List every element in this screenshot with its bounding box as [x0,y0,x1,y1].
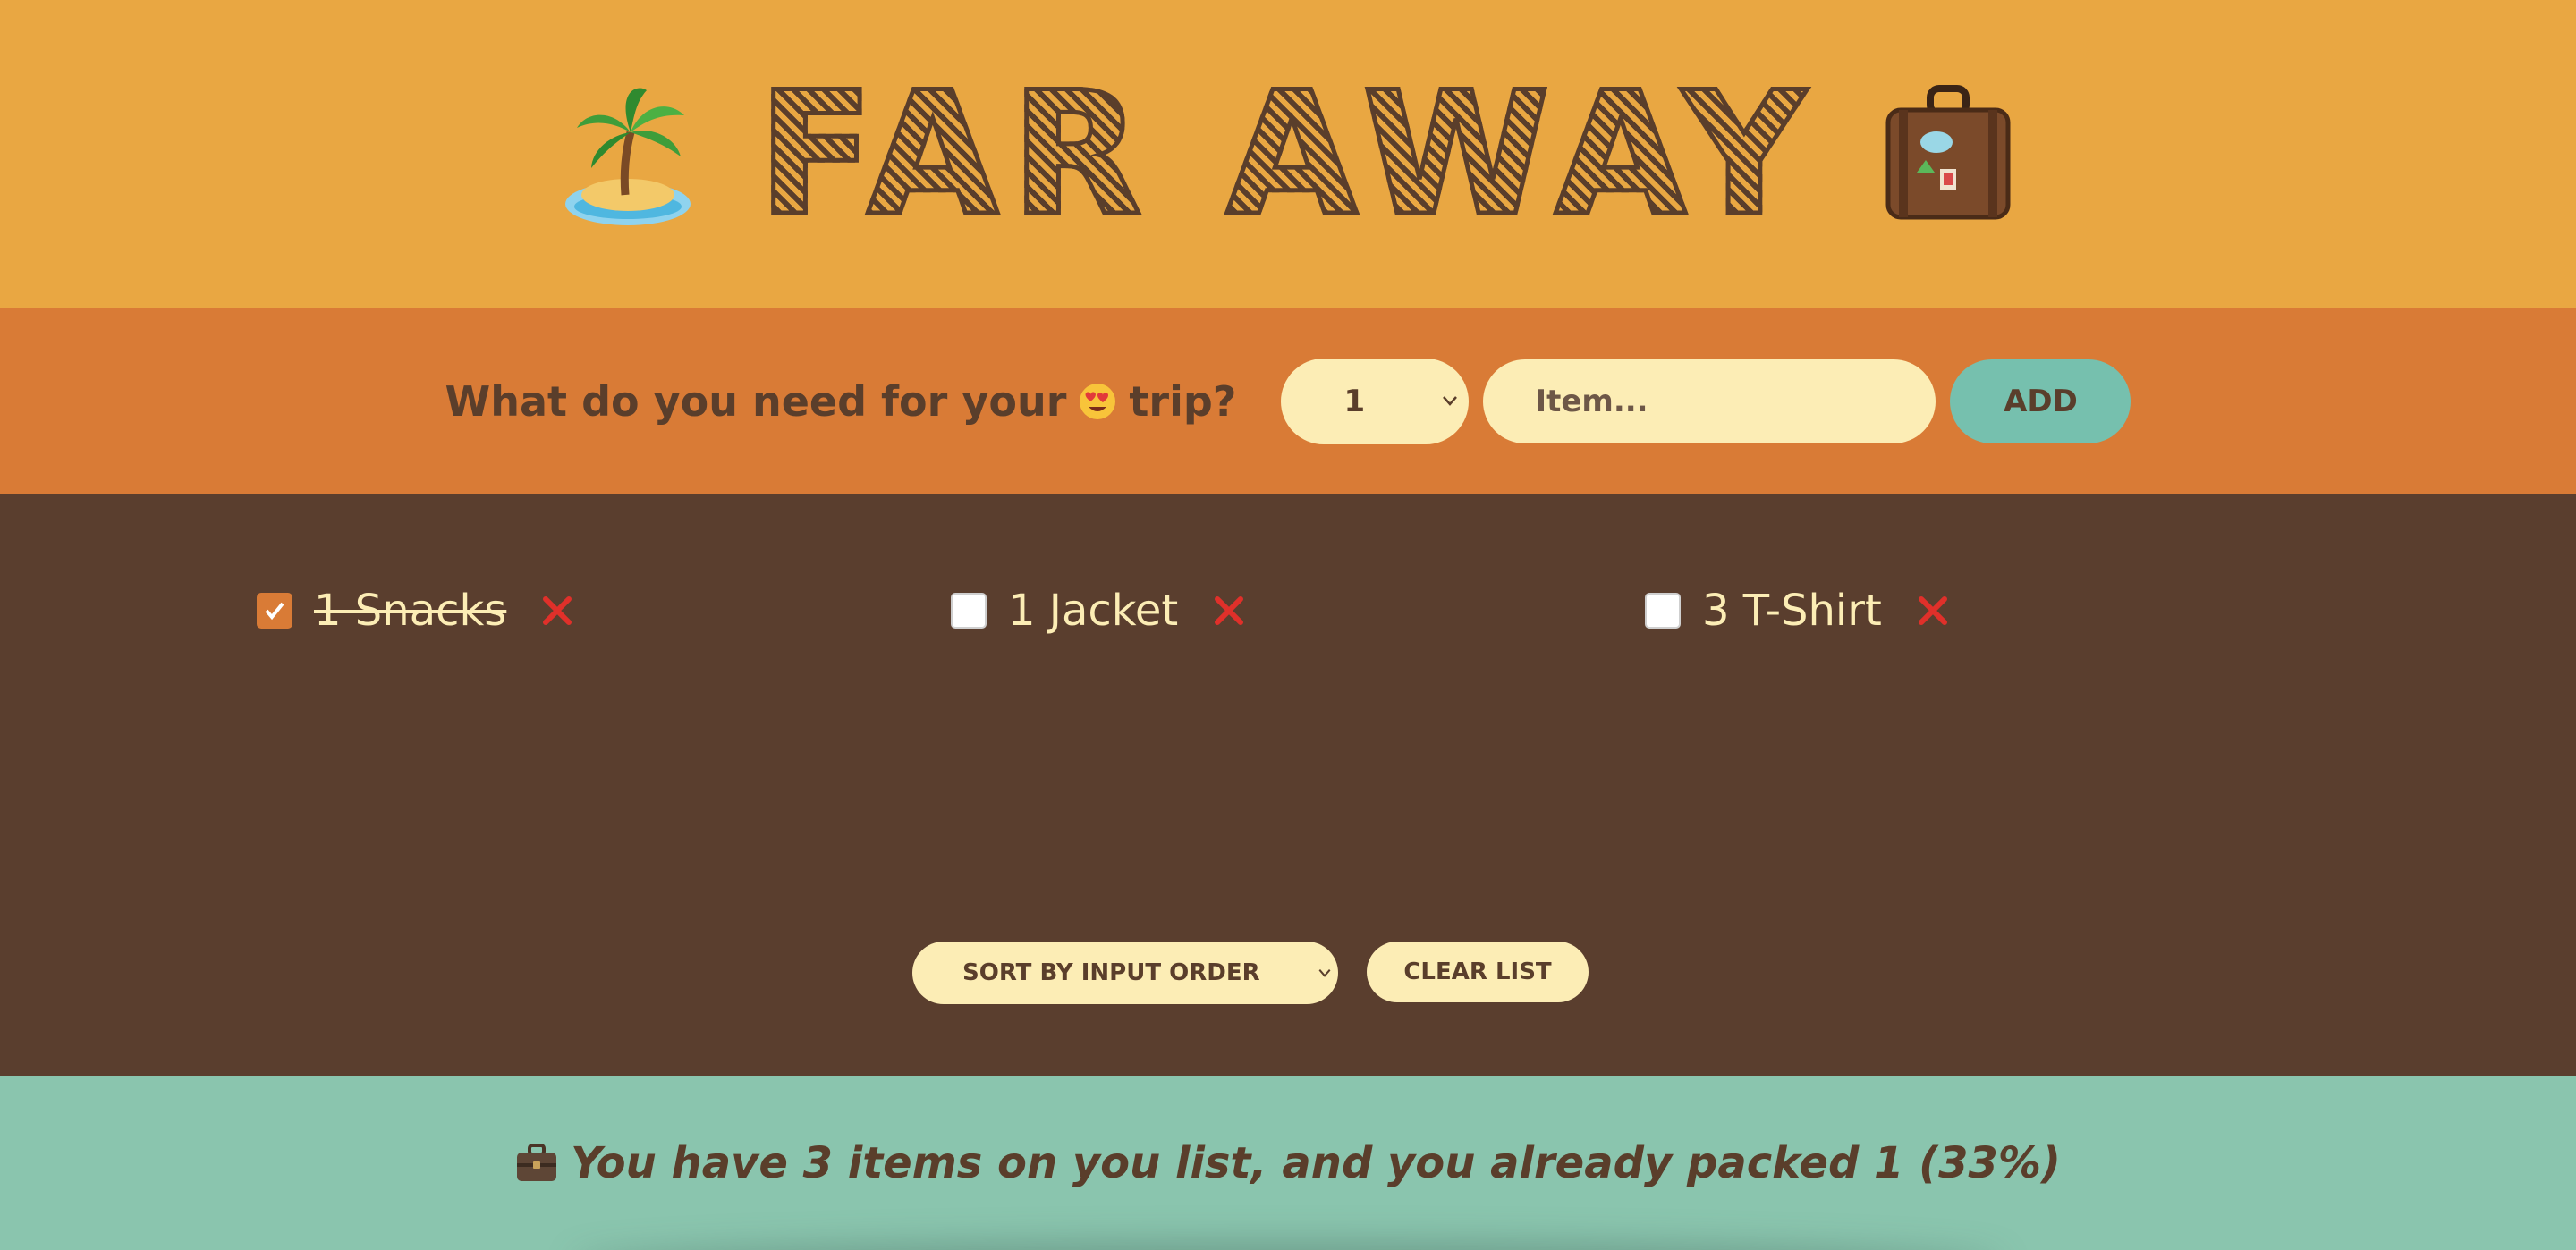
add-item-form: What do you need for your trip? 1 ADD [0,308,2576,494]
item-checkbox[interactable] [951,593,987,629]
item-label: 1 Jacket [1008,586,1179,636]
chevron-down-icon [1318,969,1331,977]
item-input[interactable] [1483,359,1936,443]
sort-select[interactable]: SORT BY INPUT ORDER [912,942,1338,1004]
item-checkbox[interactable] [1645,593,1681,629]
delete-icon[interactable] [540,594,574,628]
form-question: What do you need for your trip? [445,377,1237,426]
item-label: 1 Snacks [314,586,507,636]
clear-list-button[interactable]: CLEAR LIST [1367,942,1589,1002]
delete-icon[interactable] [1212,594,1246,628]
stats-footer: You have 3 items on you list, and you al… [0,1076,2576,1250]
add-button[interactable]: ADD [1950,359,2131,443]
quantity-select[interactable]: 1 [1281,359,1470,444]
packing-list: 1 Snacks 1 Jacket 3 T-Shirt [257,586,2339,636]
heart-eyes-emoji-icon [1080,384,1116,419]
packing-list-area: 1 Snacks 1 Jacket 3 T-Shirt SORT BY INPU… [0,494,2576,1076]
list-item: 3 T-Shirt [1645,586,2339,636]
list-actions: SORT BY INPUT ORDER CLEAR LIST [0,942,2576,1004]
list-item: 1 Snacks [257,586,951,636]
header: FAR AWAY [0,0,2576,308]
suitcase-icon [1885,84,2011,219]
form-question-end: trip? [1129,377,1237,426]
stats-text: You have 3 items on you list, and you al… [571,1138,2061,1188]
stats-message: You have 3 items on you list, and you al… [515,1138,2061,1188]
palm-island-icon [565,87,691,225]
quantity-value: 1 [1343,384,1366,419]
item-checkbox[interactable] [257,593,292,629]
checkmark-icon [265,602,284,621]
app-title: FAR AWAY [756,55,1818,253]
chevron-down-icon [1443,396,1458,406]
item-label: 3 T-Shirt [1702,586,1882,636]
sort-value: SORT BY INPUT ORDER [962,959,1260,986]
app-root: FAR AWAY What do you need for your trip? [0,0,2576,1250]
delete-icon[interactable] [1916,594,1950,628]
briefcase-icon [517,1144,557,1181]
list-item: 1 Jacket [951,586,1645,636]
footer-shadow [572,1241,2004,1250]
form-question-start: What do you need for your [445,377,1067,426]
